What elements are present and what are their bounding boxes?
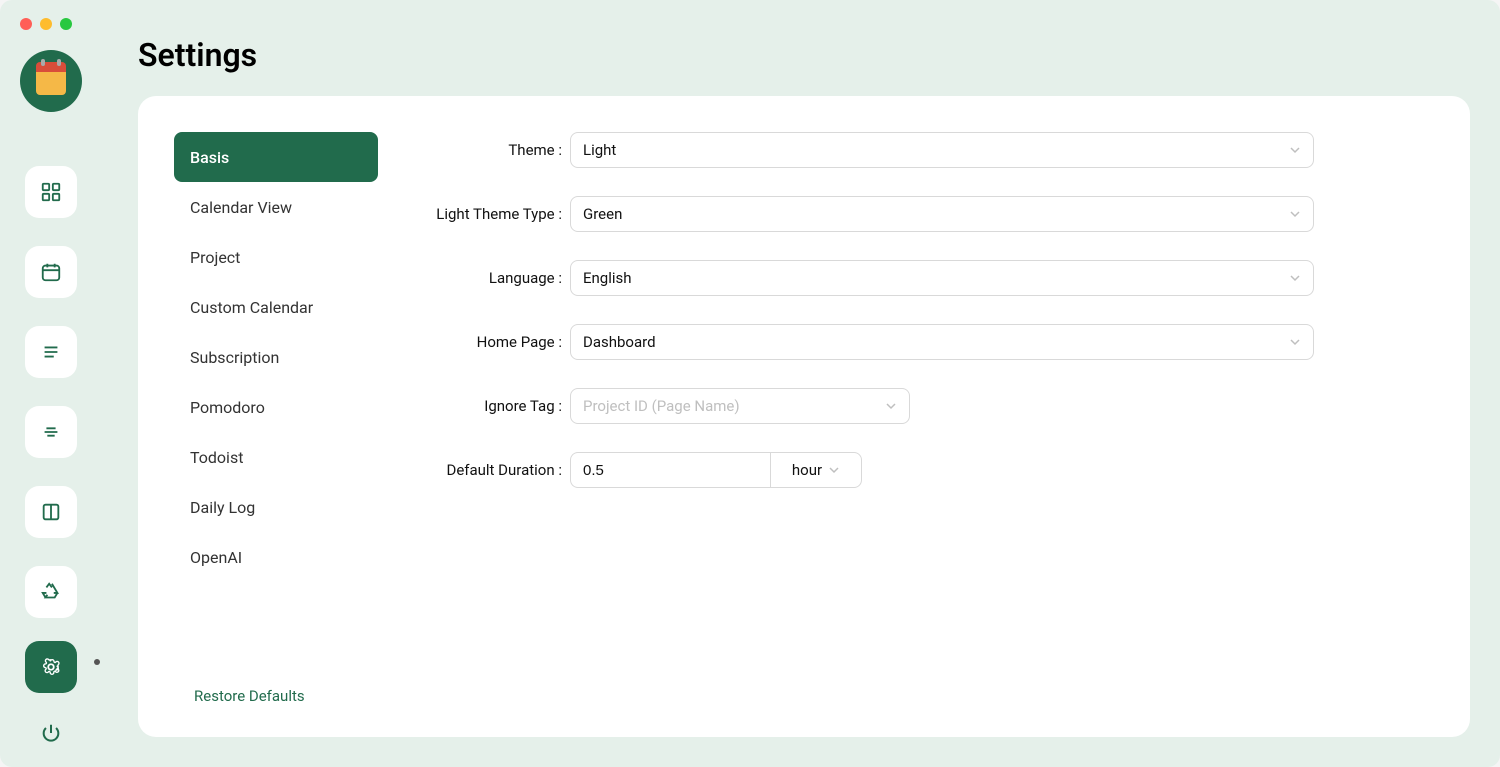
label-light-theme-type: Light Theme Type <box>400 205 570 223</box>
duration-unit-value: hour <box>792 461 822 479</box>
select-ignore-tag[interactable]: Project ID (Page Name) <box>570 388 910 424</box>
row-language: Language English <box>400 260 1314 296</box>
tab-openai[interactable]: OpenAI <box>174 532 378 582</box>
sidebar <box>0 0 102 767</box>
tab-custom-calendar[interactable]: Custom Calendar <box>174 282 378 332</box>
sidebar-calendar[interactable] <box>25 246 77 298</box>
sidebar-dashboard[interactable] <box>25 166 77 218</box>
select-language-value: English <box>583 269 632 287</box>
active-indicator-dot <box>94 659 100 665</box>
settings-card: Basis Calendar View Project Custom Calen… <box>138 96 1470 737</box>
maximize-window-button[interactable] <box>60 18 72 30</box>
chevron-down-icon <box>1289 336 1301 348</box>
tab-calendar-view[interactable]: Calendar View <box>174 182 378 232</box>
window-controls <box>20 18 72 30</box>
main-content: Settings Basis Calendar View Project Cus… <box>102 0 1500 767</box>
recycle-icon <box>40 581 62 603</box>
label-ignore-tag: Ignore Tag <box>400 397 570 415</box>
select-theme[interactable]: Light <box>570 132 1314 168</box>
tab-subscription[interactable]: Subscription <box>174 332 378 382</box>
select-light-theme-type-value: Green <box>583 205 622 223</box>
select-home-page-value: Dashboard <box>583 333 656 351</box>
close-window-button[interactable] <box>20 18 32 30</box>
row-theme: Theme Light <box>400 132 1314 168</box>
calendar-logo-icon <box>36 67 66 95</box>
app-logo[interactable] <box>20 50 82 112</box>
select-duration-unit[interactable]: hour <box>770 452 862 488</box>
power-icon <box>40 722 62 744</box>
select-theme-value: Light <box>583 141 616 159</box>
select-home-page[interactable]: Dashboard <box>570 324 1314 360</box>
select-ignore-tag-placeholder: Project ID (Page Name) <box>583 397 740 415</box>
sidebar-power[interactable] <box>31 713 71 753</box>
tab-basis[interactable]: Basis <box>174 132 378 182</box>
label-default-duration: Default Duration <box>400 461 570 479</box>
align-center-icon <box>40 421 62 443</box>
tab-todoist[interactable]: Todoist <box>174 432 378 482</box>
sidebar-align[interactable] <box>25 406 77 458</box>
chevron-down-icon <box>885 400 897 412</box>
page-title: Settings <box>138 36 1470 74</box>
chevron-down-icon <box>1289 272 1301 284</box>
row-light-theme-type: Light Theme Type Green <box>400 196 1314 232</box>
tab-pomodoro[interactable]: Pomodoro <box>174 382 378 432</box>
sidebar-recycle[interactable] <box>25 566 77 618</box>
settings-tabs: Basis Calendar View Project Custom Calen… <box>174 132 378 701</box>
minimize-window-button[interactable] <box>40 18 52 30</box>
sidebar-nav <box>25 166 77 618</box>
select-language[interactable]: English <box>570 260 1314 296</box>
settings-form: Theme Light Light Theme Type Green <box>378 132 1434 701</box>
select-light-theme-type[interactable]: Green <box>570 196 1314 232</box>
row-home-page: Home Page Dashboard <box>400 324 1314 360</box>
sidebar-bottom <box>25 641 77 753</box>
tab-project[interactable]: Project <box>174 232 378 282</box>
sidebar-list[interactable] <box>25 326 77 378</box>
label-language: Language <box>400 269 570 287</box>
chevron-down-icon <box>1289 144 1301 156</box>
input-default-duration[interactable] <box>570 452 770 488</box>
tab-daily-log[interactable]: Daily Log <box>174 482 378 532</box>
label-home-page: Home Page <box>400 333 570 351</box>
calendar-icon <box>40 261 62 283</box>
chevron-down-icon <box>828 464 840 476</box>
columns-icon <box>40 501 62 523</box>
app-window: Settings Basis Calendar View Project Cus… <box>0 0 1500 767</box>
label-theme: Theme <box>400 141 570 159</box>
list-icon <box>40 341 62 363</box>
gear-icon <box>40 656 62 678</box>
sidebar-settings[interactable] <box>25 641 77 693</box>
chevron-down-icon <box>1289 208 1301 220</box>
row-default-duration: Default Duration hour <box>400 452 1314 488</box>
sidebar-columns[interactable] <box>25 486 77 538</box>
restore-defaults-link[interactable]: Restore Defaults <box>194 687 305 705</box>
dashboard-icon <box>40 181 62 203</box>
row-ignore-tag: Ignore Tag Project ID (Page Name) <box>400 388 1314 424</box>
